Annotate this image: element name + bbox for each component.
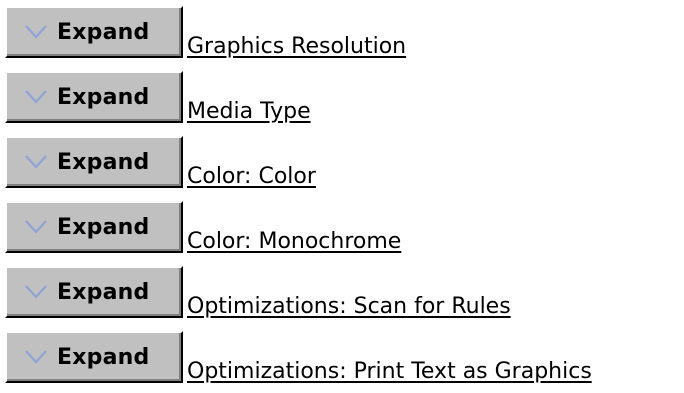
expand-button-label: Expand <box>57 149 150 175</box>
list-item: Expand Color: Monochrome <box>0 195 684 260</box>
chevron-down-icon <box>25 155 47 169</box>
section-link[interactable]: Color: Color <box>187 163 316 191</box>
expand-button-label: Expand <box>57 84 150 110</box>
expand-button-label: Expand <box>57 279 150 305</box>
chevron-down-icon <box>25 285 47 299</box>
list-item: Expand Graphics Resolution <box>0 0 684 65</box>
expand-button[interactable]: Expand <box>5 136 183 188</box>
list-item: Expand Media Type <box>0 65 684 130</box>
section-link[interactable]: Optimizations: Scan for Rules <box>187 293 511 321</box>
expand-button[interactable]: Expand <box>5 201 183 253</box>
expand-button-label: Expand <box>57 19 150 45</box>
expand-button[interactable]: Expand <box>5 266 183 318</box>
section-link[interactable]: Graphics Resolution <box>187 33 406 61</box>
expand-button-label: Expand <box>57 214 150 240</box>
section-link[interactable]: Optimizations: Print Text as Graphics <box>187 358 592 386</box>
chevron-down-icon <box>25 90 47 104</box>
expand-button[interactable]: Expand <box>5 71 183 123</box>
expand-button[interactable]: Expand <box>5 331 183 383</box>
list-item: Expand Optimizations: Print Text as Grap… <box>0 325 684 390</box>
list-item: Expand Optimizations: Scan for Rules <box>0 260 684 325</box>
expand-button-label: Expand <box>57 344 150 370</box>
list-item: Expand Color: Color <box>0 130 684 195</box>
chevron-down-icon <box>25 350 47 364</box>
chevron-down-icon <box>25 25 47 39</box>
expand-button[interactable]: Expand <box>5 6 183 58</box>
chevron-down-icon <box>25 220 47 234</box>
section-link[interactable]: Color: Monochrome <box>187 228 401 256</box>
section-link[interactable]: Media Type <box>187 98 311 126</box>
